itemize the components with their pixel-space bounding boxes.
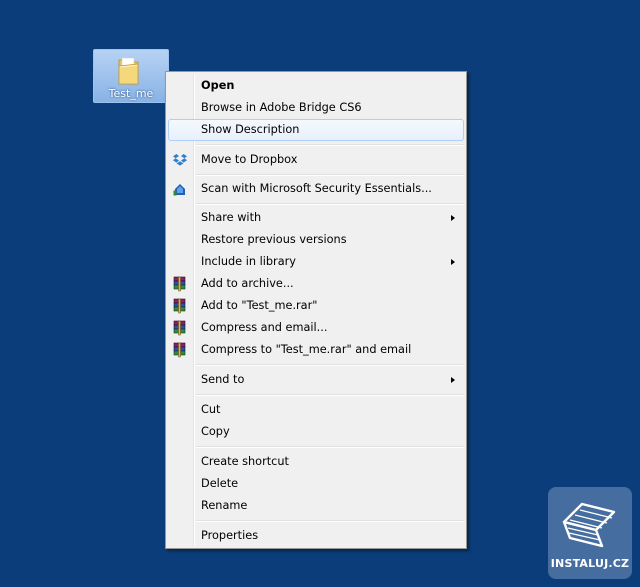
menu-item-scan-security-essentials[interactable]: Scan with Microsoft Security Essentials.… [168,178,464,200]
menu-separator [196,520,464,522]
menu-item-scan-security-essentials-label: Scan with Microsoft Security Essentials.… [201,182,432,195]
submenu-arrow-icon [451,259,455,265]
dropbox-icon [173,154,187,166]
instaluj-logo-icon [562,502,616,548]
folder-icon [118,57,139,85]
menu-item-cut[interactable]: Cut [168,399,464,421]
menu-item-open[interactable]: Open [168,75,464,97]
menu-item-add-to-test-me-rar[interactable]: Add to "Test_me.rar" [168,295,464,317]
desktop-folder-test-me[interactable]: Test_me [93,49,169,103]
menu-item-restore-previous-versions[interactable]: Restore previous versions [168,229,464,251]
menu-item-create-shortcut-label: Create shortcut [201,455,289,468]
instaluj-watermark: INSTALUJ.CZ [548,487,632,579]
menu-item-add-to-archive[interactable]: Add to archive... [168,273,464,295]
context-menu: Open Browse in Adobe Bridge CS6 Show Des… [165,71,467,549]
menu-item-send-to[interactable]: Send to [168,369,464,391]
winrar-icon [173,298,186,314]
menu-item-rename[interactable]: Rename [168,495,464,517]
menu-item-properties-label: Properties [201,529,259,542]
menu-item-share-with-label: Share with [201,211,262,224]
menu-item-copy-label: Copy [201,425,230,438]
menu-item-copy[interactable]: Copy [168,421,464,443]
menu-item-move-to-dropbox[interactable]: Move to Dropbox [168,149,464,171]
menu-separator [196,394,464,396]
menu-item-open-label: Open [201,79,235,92]
menu-item-compress-to-rar-and-email-label: Compress to "Test_me.rar" and email [201,343,412,356]
menu-separator [196,446,464,448]
watermark-text: INSTALUJ.CZ [550,557,630,570]
menu-item-show-description[interactable]: Show Description [168,119,464,141]
menu-item-include-in-library-label: Include in library [201,255,296,268]
winrar-icon [173,320,186,336]
menu-item-share-with[interactable]: Share with [168,207,464,229]
menu-item-delete[interactable]: Delete [168,473,464,495]
menu-item-show-description-label: Show Description [201,123,300,136]
menu-separator [196,144,464,146]
submenu-arrow-icon [451,215,455,221]
menu-item-add-to-test-me-rar-label: Add to "Test_me.rar" [201,299,318,312]
menu-separator [196,174,464,176]
menu-item-cut-label: Cut [201,403,221,416]
menu-separator [196,364,464,366]
winrar-icon [173,342,186,358]
winrar-icon [173,276,186,292]
desktop-folder-label: Test_me [108,87,154,100]
menu-separator [196,203,464,205]
menu-item-browse-in-bridge[interactable]: Browse in Adobe Bridge CS6 [168,97,464,119]
menu-item-browse-in-bridge-label: Browse in Adobe Bridge CS6 [201,101,362,114]
menu-item-delete-label: Delete [201,477,239,490]
menu-item-compress-to-rar-and-email[interactable]: Compress to "Test_me.rar" and email [168,339,464,361]
menu-item-send-to-label: Send to [201,373,245,386]
menu-item-include-in-library[interactable]: Include in library [168,251,464,273]
menu-item-compress-and-email[interactable]: Compress and email... [168,317,464,339]
security-essentials-icon [173,184,185,196]
submenu-arrow-icon [451,377,455,383]
menu-item-restore-previous-versions-label: Restore previous versions [201,233,347,246]
menu-item-rename-label: Rename [201,499,248,512]
menu-item-add-to-archive-label: Add to archive... [201,277,294,290]
menu-item-compress-and-email-label: Compress and email... [201,321,328,334]
menu-item-move-to-dropbox-label: Move to Dropbox [201,153,298,166]
menu-item-create-shortcut[interactable]: Create shortcut [168,451,464,473]
menu-item-properties[interactable]: Properties [168,525,464,547]
